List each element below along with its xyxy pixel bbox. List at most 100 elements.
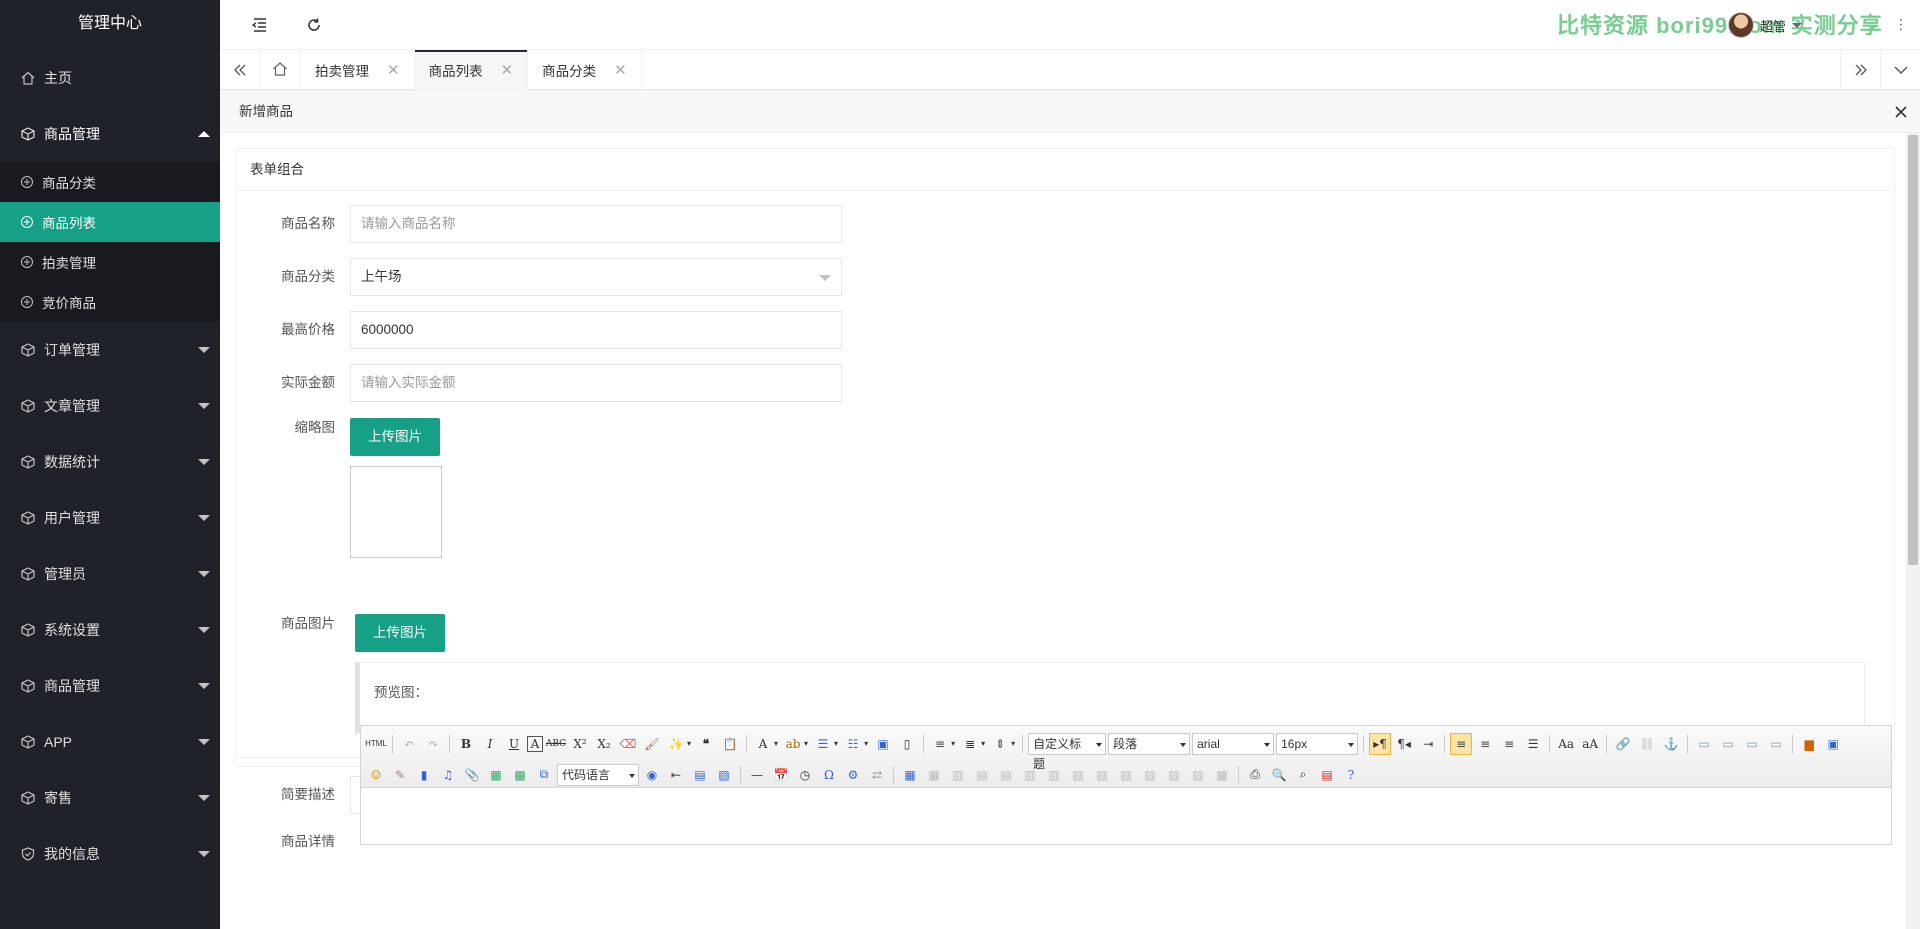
tab-home[interactable] [260,50,301,90]
special-chars-icon[interactable]: Ω [818,764,840,786]
insert-code-icon[interactable]: ⧉ [533,764,555,786]
search-replace-icon[interactable]: ⇄ [866,764,888,786]
sidebar-item-goods[interactable]: 商品管理 [0,106,220,162]
google-map-icon[interactable]: ▩ [509,764,531,786]
html-source-icon[interactable]: HTML [365,733,387,755]
rtl-direction-icon[interactable]: ¶◂ [1393,733,1415,755]
redo-icon[interactable]: ↷ [422,733,444,755]
uppercase-icon[interactable]: Aa [1555,733,1577,755]
more-options-icon[interactable]: ⋮ [1894,16,1908,33]
tab-category[interactable]: 商品分类 ✕ [528,50,642,90]
editor-content-area[interactable] [361,788,1891,844]
indent-icon[interactable]: ⇥ [1417,733,1439,755]
insert-video-icon[interactable]: ▮ [413,764,435,786]
superscript-icon[interactable]: X² [569,733,591,755]
category-select[interactable]: 上午场 [350,258,842,296]
sidebar-item-consignment[interactable]: 寄售 [0,770,220,826]
menu-collapse-icon[interactable] [248,14,270,36]
split-rows-icon[interactable]: ▨ [1163,764,1185,786]
merge-cells-icon[interactable]: ▧ [1067,764,1089,786]
font-color-icon[interactable]: A [752,733,774,755]
horizontal-rule-icon[interactable]: — [746,764,768,786]
auto-format-icon[interactable]: ✨ [665,733,687,755]
sidebar-item-articles[interactable]: 文章管理 [0,378,220,434]
attachment-icon[interactable]: 📎 [461,764,483,786]
undo-icon[interactable]: ↶ [398,733,420,755]
insert-music-icon[interactable]: ♫ [437,764,459,786]
delete-row-icon[interactable]: ▤ [995,764,1017,786]
tabs-menu-chevron-down-icon[interactable] [1880,50,1920,90]
sidebar-subitem-goods-list[interactable]: 商品列表 [0,202,220,242]
upload-images-button[interactable]: 上传图片 [355,614,445,652]
blockquote-icon[interactable]: ❝ [695,733,717,755]
insert-table-icon[interactable]: ▦ [899,764,921,786]
image-none-icon[interactable]: ▭ [1693,733,1715,755]
align-right-icon[interactable]: ≡ [1498,733,1520,755]
max-price-input[interactable]: 6000000 [350,311,842,349]
underline-icon[interactable]: U [503,733,525,755]
web-icon[interactable]: ◉ [641,764,663,786]
line-height-icon[interactable]: ⇕ [989,733,1011,755]
user-menu[interactable]: 超管 [1728,12,1803,38]
split-cols-icon[interactable]: ▨ [1187,764,1209,786]
font-size-select[interactable]: 16px [1276,732,1359,755]
image-right-icon[interactable]: ▭ [1741,733,1763,755]
image-left-icon[interactable]: ▭ [1717,733,1739,755]
eraser-icon[interactable]: ⌫ [617,733,639,755]
insert-paragraph-before-table-icon[interactable]: ▥ [947,764,969,786]
ordered-list-icon[interactable]: ☰ [812,733,834,755]
lowercase-icon[interactable]: aA [1579,733,1601,755]
sidebar-item-users[interactable]: 用户管理 [0,490,220,546]
clear-doc-icon[interactable]: ▯ [896,733,918,755]
date-icon[interactable]: 📅 [770,764,792,786]
sidebar-item-my-info[interactable]: 我的信息 [0,826,220,882]
sidebar-item-stats[interactable]: 数据统计 [0,434,220,490]
bold-icon[interactable]: B [455,733,477,755]
sidebar-item-orders[interactable]: 订单管理 [0,322,220,378]
format-brush-icon[interactable]: 🖌 [641,733,663,755]
subscript-icon[interactable]: X₂ [593,733,615,755]
preview-icon[interactable]: 🔍 [1268,764,1290,786]
refresh-icon[interactable] [303,14,325,36]
font-border-icon[interactable]: A [527,735,543,752]
row-spacing-top-icon[interactable]: ≡ [929,733,951,755]
strikethrough-icon[interactable]: ABC [545,733,567,755]
delete-col-icon[interactable]: ▥ [1043,764,1065,786]
print-icon[interactable]: ⎙ [1244,764,1266,786]
close-icon[interactable]: ✕ [501,61,514,79]
custom-heading-select[interactable]: 自定义标题 [1028,732,1107,771]
search-icon[interactable]: ⌕ [1292,764,1314,786]
tab-goods-list[interactable]: 商品列表 ✕ [414,50,529,90]
font-family-select[interactable]: arial [1192,732,1275,755]
row-spacing-bottom-icon[interactable]: ≣ [959,733,981,755]
image-center-icon[interactable]: ▭ [1765,733,1787,755]
emoticon-icon[interactable]: ☺ [365,764,387,786]
code-language-select[interactable]: 代码语言 [557,763,639,786]
page-break-icon[interactable]: ⇤ [665,764,687,786]
ltr-direction-icon[interactable]: ▸¶ [1369,732,1392,755]
unordered-list-icon[interactable]: ☷ [842,733,864,755]
template-icon[interactable]: ▤ [689,764,711,786]
merge-down-icon[interactable]: ▧ [1115,764,1137,786]
chart-icon[interactable]: ▩ [1211,764,1233,786]
drafts-icon[interactable]: ▤ [1316,764,1338,786]
insert-image-icon[interactable]: ▆ [1798,733,1820,755]
split-cells-icon[interactable]: ▨ [1139,764,1161,786]
background-icon[interactable]: ▧ [713,764,735,786]
insert-row-icon[interactable]: ▤ [971,764,993,786]
select-all-icon[interactable]: ▣ [872,733,894,755]
close-icon[interactable]: ✕ [387,61,400,79]
sidebar-item-admins[interactable]: 管理员 [0,546,220,602]
sidebar-item-home[interactable]: 主页 [0,50,220,106]
help-icon[interactable]: ? [1340,764,1362,786]
scrollbar-thumb[interactable] [1908,135,1918,565]
close-icon[interactable] [1892,103,1910,121]
scrawl-icon[interactable]: ✎ [389,764,411,786]
word-image-icon[interactable]: ⚙ [842,764,864,786]
italic-icon[interactable]: I [479,733,501,755]
sidebar-subitem-bidding[interactable]: 竞价商品 [0,282,220,322]
align-justify-icon[interactable]: ☰ [1522,733,1544,755]
insert-frame-icon[interactable]: ▣ [1822,733,1844,755]
upload-thumbnail-button[interactable]: 上传图片 [350,418,440,456]
close-icon[interactable]: ✕ [614,61,627,79]
